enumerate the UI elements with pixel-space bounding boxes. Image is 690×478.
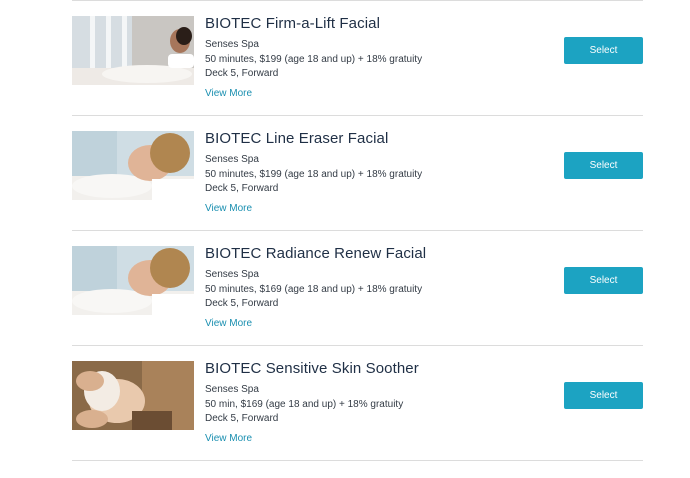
treatment-info: BIOTEC Line Eraser Facial Senses Spa 50 … [205, 129, 545, 216]
view-more-link[interactable]: View More [205, 433, 252, 444]
treatment-venue: Senses Spa [205, 154, 259, 165]
view-more-link[interactable]: View More [205, 203, 252, 214]
select-button[interactable]: Select [564, 152, 643, 179]
treatment-item: BIOTEC Radiance Renew Facial Senses Spa … [72, 231, 643, 345]
select-button[interactable]: Select [564, 382, 643, 409]
treatment-photo [72, 246, 194, 315]
divider [72, 460, 643, 461]
treatment-details: 50 minutes, $199 (age 18 and up) + 18% g… [205, 53, 423, 65]
treatment-photo [72, 16, 194, 85]
treatment-location: Deck 5, Forward [205, 68, 279, 79]
treatment-info: BIOTEC Radiance Renew Facial Senses Spa … [205, 244, 545, 331]
treatment-details: 50 min, $169 (age 18 and up) + 18% gratu… [205, 398, 404, 410]
treatment-location: Deck 5, Forward [205, 183, 279, 194]
treatment-list: BIOTEC Firm-a-Lift Facial Senses Spa 50 … [72, 0, 643, 461]
treatment-item: BIOTEC Sensitive Skin Soother Senses Spa… [72, 346, 643, 460]
treatment-location: Deck 5, Forward [205, 298, 279, 309]
treatment-details: 50 minutes, $199 (age 18 and up) + 18% g… [205, 168, 423, 180]
select-button[interactable]: Select [564, 37, 643, 64]
treatment-venue: Senses Spa [205, 269, 259, 280]
treatment-item: BIOTEC Firm-a-Lift Facial Senses Spa 50 … [72, 1, 643, 115]
treatment-info: BIOTEC Firm-a-Lift Facial Senses Spa 50 … [205, 14, 545, 101]
treatment-location: Deck 5, Forward [205, 413, 279, 424]
treatment-title: BIOTEC Radiance Renew Facial [205, 245, 427, 262]
treatment-title: BIOTEC Firm-a-Lift Facial [205, 15, 381, 32]
treatment-title: BIOTEC Sensitive Skin Soother [205, 360, 419, 377]
treatment-photo [72, 131, 194, 200]
treatment-title: BIOTEC Line Eraser Facial [205, 130, 389, 147]
treatment-info: BIOTEC Sensitive Skin Soother Senses Spa… [205, 359, 545, 446]
treatment-item: BIOTEC Line Eraser Facial Senses Spa 50 … [72, 116, 643, 230]
view-more-link[interactable]: View More [205, 88, 252, 99]
select-button[interactable]: Select [564, 267, 643, 294]
view-more-link[interactable]: View More [205, 318, 252, 329]
treatment-photo [72, 361, 194, 430]
treatment-venue: Senses Spa [205, 384, 259, 395]
treatment-details: 50 minutes, $169 (age 18 and up) + 18% g… [205, 283, 423, 295]
treatment-venue: Senses Spa [205, 39, 259, 50]
